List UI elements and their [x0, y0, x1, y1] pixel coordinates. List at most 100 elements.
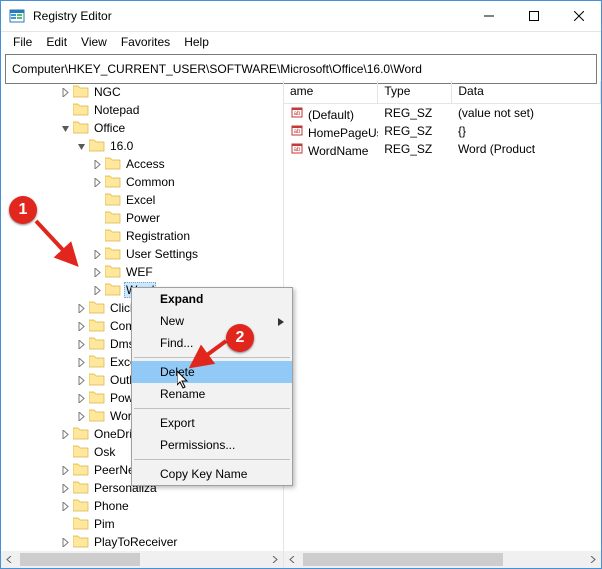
menu-view[interactable]: View: [75, 33, 113, 51]
menu-separator: [134, 357, 290, 358]
svg-text:ab: ab: [294, 129, 301, 135]
chevron-right-icon[interactable]: [57, 498, 73, 514]
tree-item[interactable]: Notepad: [1, 101, 283, 119]
expander-none: [89, 192, 105, 208]
tree-item[interactable]: Common: [1, 173, 283, 191]
chevron-right-icon[interactable]: [89, 282, 105, 298]
menu-separator: [134, 408, 290, 409]
chevron-right-icon[interactable]: [57, 534, 73, 550]
scroll-right-button[interactable]: [584, 551, 601, 568]
tree-item[interactable]: PlayToReceiver: [1, 533, 283, 551]
address-bar[interactable]: Computer\HKEY_CURRENT_USER\SOFTWARE\Micr…: [5, 54, 597, 84]
window-title: Registry Editor: [33, 9, 112, 23]
maximize-button[interactable]: [511, 1, 556, 31]
value-row[interactable]: ab(Default)REG_SZ(value not set): [284, 104, 601, 122]
menu-file[interactable]: File: [7, 33, 38, 51]
folder-icon: [89, 390, 108, 407]
chevron-right-icon[interactable]: [57, 462, 73, 478]
tree-item[interactable]: NGC: [1, 83, 283, 101]
menu-item-export[interactable]: Export: [132, 412, 292, 434]
expander-none: [89, 210, 105, 226]
folder-icon: [73, 516, 92, 533]
tree-h-scrollbar[interactable]: [1, 551, 283, 568]
scroll-left-button[interactable]: [1, 551, 18, 568]
menu-item-delete[interactable]: Delete: [132, 361, 292, 383]
chevron-right-icon[interactable]: [89, 156, 105, 172]
chevron-down-icon[interactable]: [73, 138, 89, 154]
menu-edit[interactable]: Edit: [40, 33, 73, 51]
value-row[interactable]: abWordNameREG_SZWord (Product: [284, 140, 601, 158]
menu-item-permissions[interactable]: Permissions...: [132, 434, 292, 456]
expander-none: [57, 102, 73, 118]
folder-icon: [105, 156, 124, 173]
tree-item[interactable]: Access: [1, 155, 283, 173]
column-header[interactable]: ame: [284, 81, 378, 103]
tree-item[interactable]: Power: [1, 209, 283, 227]
folder-icon: [73, 480, 92, 497]
svg-text:ab: ab: [294, 147, 301, 153]
chevron-right-icon[interactable]: [89, 174, 105, 190]
folder-icon: [73, 498, 92, 515]
folder-icon: [73, 120, 92, 137]
chevron-right-icon[interactable]: [73, 354, 89, 370]
tree-item-label: Common: [124, 175, 177, 189]
chevron-right-icon[interactable]: [73, 372, 89, 388]
menu-item-find[interactable]: Find...: [132, 332, 292, 354]
folder-icon: [73, 534, 92, 551]
scroll-thumb[interactable]: [20, 553, 140, 566]
tree-item-label: Access: [124, 157, 167, 171]
window-controls: [466, 1, 601, 31]
value-type: REG_SZ: [378, 142, 452, 156]
tree-item[interactable]: Phone: [1, 497, 283, 515]
value-row[interactable]: abHomePageUser...REG_SZ{}: [284, 122, 601, 140]
chevron-right-icon[interactable]: [57, 84, 73, 100]
minimize-button[interactable]: [466, 1, 511, 31]
menu-favorites[interactable]: Favorites: [115, 33, 176, 51]
folder-icon: [73, 102, 92, 119]
chevron-right-icon[interactable]: [73, 300, 89, 316]
tree-item-label: Power: [124, 211, 162, 225]
menu-help[interactable]: Help: [178, 33, 215, 51]
scroll-thumb[interactable]: [303, 553, 503, 566]
tree-item[interactable]: Excel: [1, 191, 283, 209]
tree-item[interactable]: Registration: [1, 227, 283, 245]
svg-text:ab: ab: [294, 111, 301, 117]
value-type: REG_SZ: [378, 124, 452, 138]
chevron-right-icon[interactable]: [73, 408, 89, 424]
close-button[interactable]: [556, 1, 601, 31]
chevron-right-icon[interactable]: [73, 390, 89, 406]
chevron-right-icon[interactable]: [73, 336, 89, 352]
scroll-right-button[interactable]: [266, 551, 283, 568]
chevron-right-icon[interactable]: [57, 426, 73, 442]
tree-item-label: Pim: [92, 517, 117, 531]
column-header[interactable]: Data: [452, 81, 601, 103]
tree-item[interactable]: WEF: [1, 263, 283, 281]
tree-item[interactable]: Pim: [1, 515, 283, 533]
folder-icon: [89, 300, 108, 317]
tree-item[interactable]: 16.0: [1, 137, 283, 155]
folder-icon: [105, 192, 124, 209]
chevron-down-icon[interactable]: [57, 120, 73, 136]
expander-none: [57, 516, 73, 532]
tree-item[interactable]: Office: [1, 119, 283, 137]
chevron-right-icon[interactable]: [89, 264, 105, 280]
tree-item-label: Osk: [92, 445, 117, 459]
folder-icon: [73, 462, 92, 479]
column-header[interactable]: Type: [378, 81, 452, 103]
value-data: (value not set): [452, 106, 601, 120]
value-type: REG_SZ: [378, 106, 452, 120]
menu-item-rename[interactable]: Rename: [132, 383, 292, 405]
tree-item-label: PlayToReceiver: [92, 535, 179, 549]
chevron-right-icon[interactable]: [73, 318, 89, 334]
menu-item-expand[interactable]: Expand: [132, 288, 292, 310]
menu-item-copy-key-name[interactable]: Copy Key Name: [132, 463, 292, 485]
folder-icon: [105, 264, 124, 281]
values-h-scrollbar[interactable]: [284, 551, 601, 568]
chevron-right-icon[interactable]: [57, 480, 73, 496]
chevron-right-icon[interactable]: [89, 246, 105, 262]
tree-item-label: 16.0: [108, 139, 135, 153]
scroll-left-button[interactable]: [284, 551, 301, 568]
menu-item-new[interactable]: New: [132, 310, 292, 332]
tree-item[interactable]: User Settings: [1, 245, 283, 263]
tree-item-label: Phone: [92, 499, 131, 513]
